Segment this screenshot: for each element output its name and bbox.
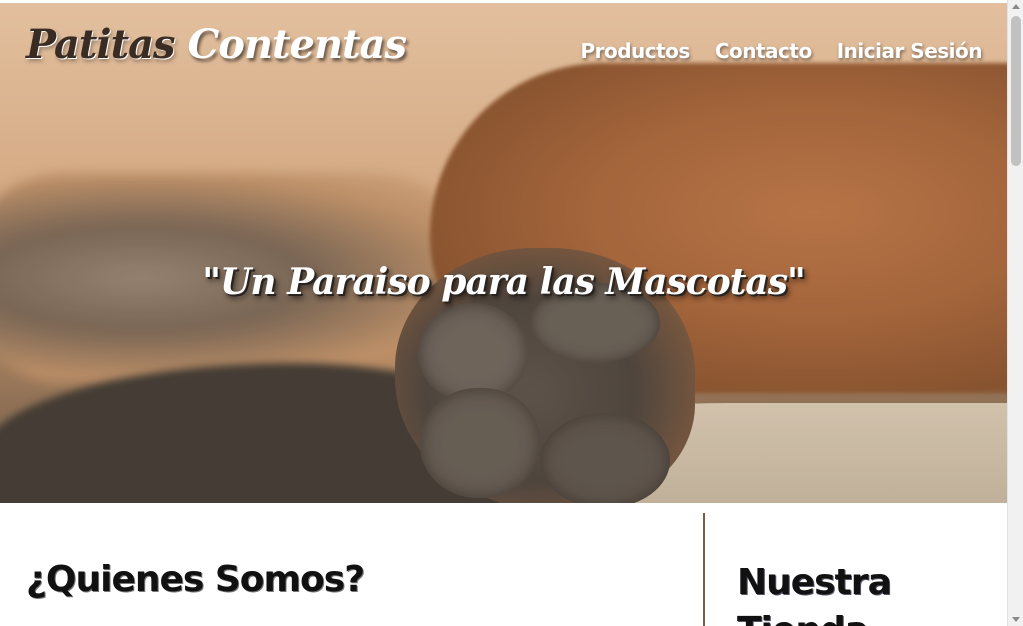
main-content: ¿Quienes Somos? Nuestra Tienda (0, 503, 1007, 626)
page: Patitas Contentas Productos Contacto Ini… (0, 3, 1007, 626)
nav-link-contacto[interactable]: Contacto (715, 39, 812, 63)
page-scrollbar[interactable] (1007, 0, 1023, 626)
main-nav: Productos Contacto Iniciar Sesión (580, 39, 982, 63)
store-section-title: Nuestra Tienda (737, 562, 892, 626)
hero-banner: Patitas Contentas Productos Contacto Ini… (0, 3, 1007, 503)
about-section-title: ¿Quienes Somos? (26, 559, 365, 600)
hero-tagline: "Un Paraiso para las Mascotas" (202, 261, 806, 303)
scrollbar-thumb[interactable] (1011, 16, 1021, 166)
scroll-up-arrow-icon[interactable] (1012, 4, 1020, 9)
scroll-down-arrow-icon[interactable] (1012, 617, 1020, 622)
brand-name-part2: Contentas (187, 21, 407, 68)
brand-name-part1: Patitas (26, 21, 176, 68)
section-divider (703, 513, 705, 626)
nav-link-productos[interactable]: Productos (580, 39, 690, 63)
hero-overlay (0, 3, 1007, 503)
nav-link-iniciar-sesion[interactable]: Iniciar Sesión (837, 39, 983, 63)
brand-logo-link[interactable]: Patitas Contentas (26, 25, 407, 65)
